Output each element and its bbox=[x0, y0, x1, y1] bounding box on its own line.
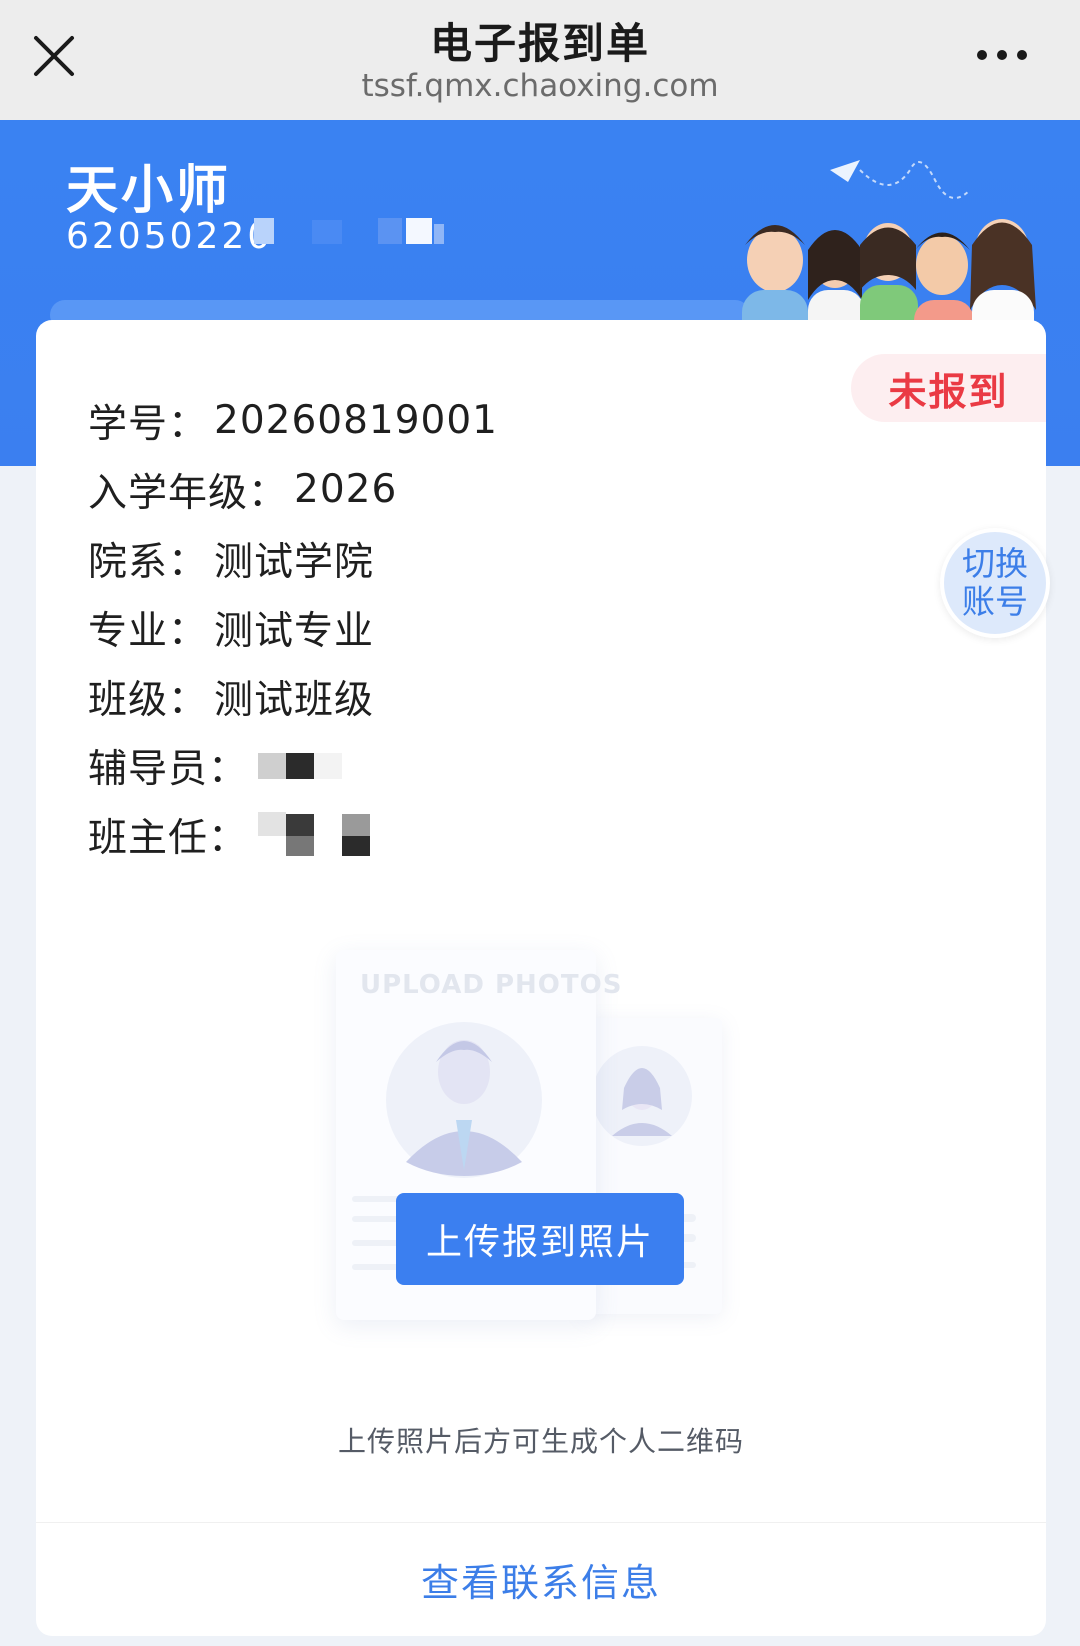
page-title: 电子报到单 bbox=[429, 19, 650, 68]
info-value: 2026 bbox=[294, 467, 398, 512]
info-value: 测试专业 bbox=[214, 608, 375, 654]
info-row-department: 院系： 测试学院 bbox=[88, 524, 498, 593]
head-teacher-redaction-mosaic bbox=[258, 811, 378, 858]
upload-hint: 上传照片后方可生成个人二维码 bbox=[337, 1425, 744, 1458]
student-info-list: 学号： 20260819001 入学年级： 2026 院系： 测试学院 专业： … bbox=[88, 386, 498, 869]
more-icon[interactable] bbox=[974, 40, 1030, 70]
info-label: 专业： bbox=[88, 608, 209, 654]
info-row-grade: 入学年级： 2026 bbox=[88, 455, 498, 524]
upload-photo-button[interactable]: 上传报到照片 bbox=[396, 1193, 684, 1285]
info-row-student-number: 学号： 20260819001 bbox=[88, 386, 498, 455]
info-value: 20260819001 bbox=[214, 398, 498, 443]
registration-card: 未报到 学号： 20260819001 入学年级： 2026 院系： 测试学院 … bbox=[36, 320, 1046, 1636]
divider bbox=[36, 1522, 1046, 1523]
switch-account-button[interactable]: 切换 账号 bbox=[940, 528, 1050, 638]
id-visible-part: 62050220 bbox=[66, 216, 274, 257]
info-label: 辅导员： bbox=[88, 746, 249, 792]
info-row-head-teacher: 班主任： bbox=[88, 800, 498, 869]
info-label: 院系： bbox=[88, 539, 209, 585]
student-name: 天小师 bbox=[66, 161, 232, 221]
status-badge: 未报到 bbox=[851, 354, 1046, 422]
info-row-counselor: 辅导员： bbox=[88, 731, 498, 800]
view-contact-info-link[interactable]: 查看联系信息 bbox=[36, 1552, 1046, 1607]
switch-account-line1: 切换 bbox=[962, 544, 1028, 583]
student-id-number: 62050220 bbox=[66, 216, 273, 257]
info-label: 班主任： bbox=[88, 815, 249, 861]
info-value: 测试班级 bbox=[214, 677, 375, 723]
id-redaction-mosaic bbox=[248, 218, 468, 254]
upload-photos-caption: UPLOAD PHOTOS bbox=[360, 970, 623, 1000]
top-nav-bar: 电子报到单 tssf.qmx.chaoxing.com bbox=[0, 0, 1080, 120]
switch-account-line2: 账号 bbox=[962, 582, 1028, 621]
info-label: 班级： bbox=[88, 677, 209, 723]
info-label: 学号： bbox=[88, 401, 209, 447]
info-value: 测试学院 bbox=[214, 539, 375, 585]
info-label: 入学年级： bbox=[88, 470, 289, 516]
page-url: tssf.qmx.chaoxing.com bbox=[361, 68, 719, 104]
info-row-class: 班级： 测试班级 bbox=[88, 662, 498, 731]
info-row-major: 专业： 测试专业 bbox=[88, 593, 498, 662]
counselor-redaction-mosaic bbox=[258, 751, 348, 781]
